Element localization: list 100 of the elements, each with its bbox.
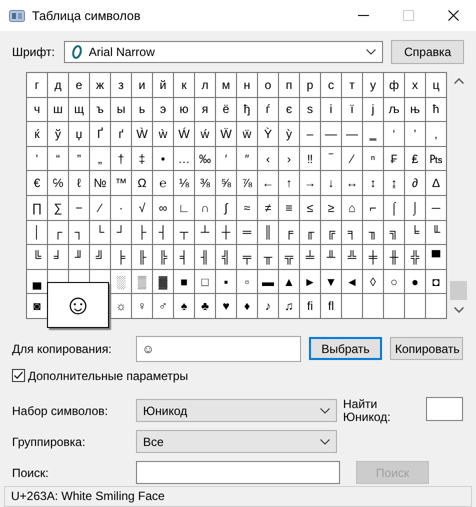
character-cell[interactable]: ╣ <box>216 245 237 270</box>
character-cell[interactable]: ш <box>48 98 69 122</box>
character-cell[interactable]: ж <box>90 73 111 98</box>
character-cell[interactable]: н <box>237 73 258 98</box>
character-cell[interactable]: ∆ <box>426 171 447 196</box>
character-cell[interactable]: ц <box>426 73 447 98</box>
character-cell[interactable]: ↑ <box>279 171 300 196</box>
character-cell[interactable]: ≡ <box>279 196 300 221</box>
character-cell[interactable]: ← <box>258 171 279 196</box>
character-cell[interactable]: ☼ <box>111 294 132 319</box>
character-cell[interactable]: ⅞ <box>237 171 258 196</box>
character-cell[interactable]: ┤ <box>153 220 174 246</box>
character-cell[interactable]: □ <box>195 270 216 294</box>
character-cell[interactable]: ℅ <box>48 171 69 196</box>
character-cell[interactable]: й <box>153 73 174 98</box>
character-cell[interactable]: ẃ <box>195 122 216 147</box>
character-cell[interactable]: Ґ <box>90 122 111 147</box>
character-cell[interactable]: ╞ <box>111 245 132 270</box>
character-cell[interactable]: › <box>279 146 300 172</box>
character-cell[interactable]: ф <box>384 73 405 98</box>
character-cell[interactable]: ѓ <box>258 98 279 122</box>
character-cell[interactable]: ╚ <box>27 245 48 270</box>
character-cell[interactable]: ▪ <box>216 270 237 294</box>
charset-dropdown[interactable]: Юникод <box>136 399 337 422</box>
character-cell[interactable]: ╦ <box>279 245 300 270</box>
character-cell[interactable]: ∟ <box>174 196 195 221</box>
find-unicode-field[interactable] <box>426 396 463 421</box>
copy-button[interactable]: Копировать <box>390 337 463 360</box>
character-cell[interactable]: и <box>132 73 153 98</box>
character-cell[interactable]: ⁿ <box>363 146 384 172</box>
character-cell[interactable]: ‘ <box>384 122 405 147</box>
character-cell[interactable]: ╠ <box>153 245 174 270</box>
character-cell[interactable]: м <box>216 73 237 98</box>
character-cell[interactable]: р <box>300 73 321 98</box>
character-cell[interactable]: г <box>27 73 48 98</box>
character-cell[interactable]: ╨ <box>321 245 342 270</box>
character-cell[interactable]: ∑ <box>48 196 69 221</box>
character-cell[interactable]: ● <box>405 270 426 294</box>
character-cell[interactable]: э <box>153 98 174 122</box>
character-cell[interactable]: ﬁ <box>300 294 321 319</box>
character-cell[interactable]: є <box>279 98 300 122</box>
character-cell[interactable]: „ <box>90 146 111 172</box>
character-cell[interactable]: е <box>69 73 90 98</box>
character-cell[interactable]: ╤ <box>237 245 258 270</box>
character-cell[interactable]: ╙ <box>426 220 447 246</box>
character-cell[interactable]: ↨ <box>384 171 405 196</box>
character-cell[interactable]: ╘ <box>405 220 426 246</box>
character-cell[interactable]: Ẅ <box>216 122 237 147</box>
character-cell[interactable]: ◊ <box>363 270 384 294</box>
character-cell[interactable]: ▼ <box>321 270 342 294</box>
copy-field[interactable]: ☺ <box>136 336 301 362</box>
font-dropdown[interactable]: Arial Narrow <box>64 41 384 63</box>
character-cell[interactable]: ♦ <box>237 294 258 319</box>
character-cell[interactable]: ‾ <box>321 146 342 172</box>
character-cell[interactable]: ♥ <box>216 294 237 319</box>
character-cell[interactable]: ⅝ <box>216 171 237 196</box>
character-cell[interactable]: ∕ <box>90 196 111 221</box>
character-cell[interactable]: з <box>111 73 132 98</box>
character-cell[interactable]: ₤ <box>405 146 426 172</box>
character-cell[interactable]: ╢ <box>195 245 216 270</box>
character-cell[interactable]: ‗ <box>363 122 384 147</box>
character-cell[interactable]: ⌠ <box>384 196 405 221</box>
character-cell[interactable]: ♫ <box>279 294 300 319</box>
help-button[interactable]: Справка <box>391 40 464 64</box>
character-cell[interactable]: ⌂ <box>342 196 363 221</box>
character-cell[interactable]: ♂ <box>153 294 174 319</box>
character-cell[interactable]: ё <box>216 98 237 122</box>
character-cell[interactable]: ⅜ <box>195 171 216 196</box>
character-cell[interactable]: о <box>258 73 279 98</box>
character-cell[interactable]: п <box>279 73 300 98</box>
character-cell[interactable]: ◘ <box>426 270 447 294</box>
character-cell[interactable]: ↓ <box>321 171 342 196</box>
character-cell[interactable]: “ <box>48 146 69 172</box>
character-cell[interactable]: ╥ <box>258 245 279 270</box>
character-cell[interactable]: † <box>111 146 132 172</box>
character-cell[interactable]: – <box>300 122 321 147</box>
character-cell[interactable]: ⌐ <box>363 196 384 221</box>
character-cell[interactable]: ╓ <box>300 220 321 246</box>
search-field[interactable] <box>136 461 340 484</box>
character-cell[interactable]: ‹ <box>258 146 279 172</box>
character-cell[interactable]: Ỳ <box>258 122 279 147</box>
character-cell[interactable]: ‛ <box>27 146 48 172</box>
character-cell[interactable]: ẁ <box>153 122 174 147</box>
character-cell[interactable]: щ <box>69 98 90 122</box>
character-cell[interactable]: ╟ <box>132 245 153 270</box>
character-cell[interactable]: ╔ <box>321 220 342 246</box>
character-cell[interactable]: ≈ <box>237 196 258 221</box>
character-cell[interactable]: ═ <box>237 220 258 246</box>
character-cell[interactable]: к <box>174 73 195 98</box>
character-cell[interactable]: ћ <box>426 98 447 122</box>
character-cell[interactable]: ─ <box>426 196 447 221</box>
character-cell[interactable]: ẅ <box>237 122 258 147</box>
character-cell[interactable]: ┼ <box>216 220 237 246</box>
character-cell[interactable]: ’ <box>405 122 426 147</box>
character-cell[interactable]: ┌ <box>48 220 69 246</box>
character-cell[interactable]: ╒ <box>279 220 300 246</box>
character-cell[interactable]: ╫ <box>384 245 405 270</box>
character-cell[interactable]: ▀ <box>426 245 447 270</box>
character-cell[interactable]: ‡ <box>132 146 153 172</box>
character-cell[interactable]: л <box>195 73 216 98</box>
